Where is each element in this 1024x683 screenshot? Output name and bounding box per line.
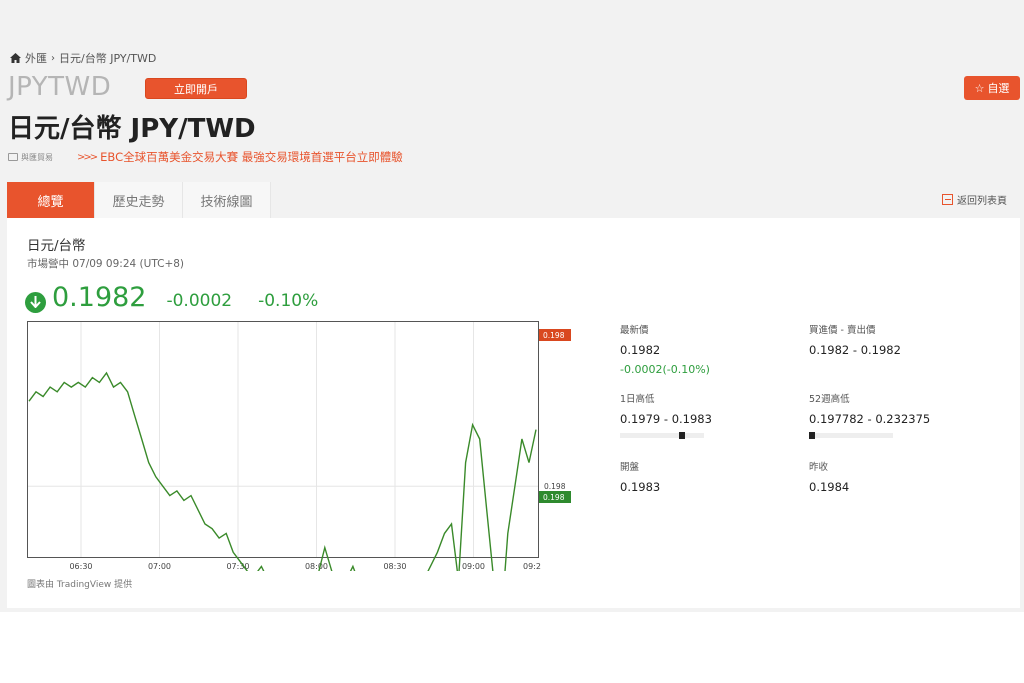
x-tick-label: 09:00: [462, 562, 485, 571]
x-tick-label: 07:00: [148, 562, 171, 571]
back-to-list-link[interactable]: 返回列表頁: [942, 192, 1007, 207]
promo-tag: 與匯貿易: [21, 152, 53, 162]
tab-overview[interactable]: 總覽: [7, 182, 95, 218]
watchlist-label: 自選: [987, 82, 1010, 95]
stat-52week-value: 0.197782 - 0.232375: [809, 412, 931, 426]
envelope-icon: [8, 153, 18, 161]
stat-open-label: 開盤: [620, 462, 640, 473]
tab-history[interactable]: 歷史走勢: [95, 182, 183, 218]
breadcrumb: 外匯 › 日元/台幣 JPY/TWD: [10, 50, 156, 66]
triple-chevron-icon: >>>: [77, 151, 98, 163]
52week-range-bar: [809, 432, 893, 439]
price-chart[interactable]: 06:30 07:00 07:30 08:00 08:30 09:00 09:2 0.198 0…: [27, 321, 587, 628]
stat-last-change: -0.0002(-0.10%): [620, 363, 710, 376]
stat-day-range-value: 0.1979 - 0.1983: [620, 412, 712, 426]
tab-bar: 總覽 歷史走勢 技術線圖: [7, 182, 271, 218]
stat-52week-label: 52週高低: [809, 394, 850, 405]
open-account-button[interactable]: 立即開戶: [145, 78, 247, 99]
star-icon: ☆: [974, 81, 985, 95]
back-arrow-icon: [942, 194, 953, 205]
x-tick-label: 08:00: [305, 562, 328, 571]
day-range-bar: [620, 432, 704, 439]
add-watchlist-button[interactable]: ☆ 自選: [964, 76, 1020, 100]
stat-last-label: 最新價: [620, 325, 649, 336]
52week-range-marker: [809, 432, 815, 439]
x-tick-label: 09:2: [523, 562, 541, 571]
promo-banner[interactable]: 與匯貿易 >>> EBC全球百萬美金交易大賽 最強交易環境首選平台立即體驗: [8, 149, 403, 165]
symbol-code: JPYTWD: [8, 72, 112, 102]
breadcrumb-home[interactable]: 外匯: [25, 50, 47, 66]
promo-link[interactable]: EBC全球百萬美金交易大賽 最強交易環境首選平台立即體驗: [100, 149, 403, 165]
stat-bid-ask-value: 0.1982 - 0.1982: [809, 343, 901, 357]
last-price: 0.1982: [52, 282, 147, 313]
x-tick-label: 08:30: [383, 562, 406, 571]
stat-bid-ask-label: 買進價 - 賣出價: [809, 325, 876, 336]
price-row: 0.1982 -0.0002 -0.10%: [25, 282, 344, 313]
stat-prev-close-label: 昨收: [809, 462, 829, 473]
stat-52week-range: 52週高低 0.197782 - 0.232375: [809, 391, 931, 439]
tab-technical-chart[interactable]: 技術線圖: [183, 182, 271, 218]
stat-day-range-label: 1日高低: [620, 394, 655, 405]
stat-prev-close-value: 0.1984: [809, 480, 850, 494]
chevron-right-icon: ›: [51, 52, 55, 64]
back-link-label: 返回列表頁: [957, 196, 1007, 207]
day-range-marker: [678, 432, 685, 439]
overview-card: 日元/台幣 市場營中 07/09 09:24 (UTC+8) 0.1982 -0…: [7, 218, 1020, 628]
price-tag-upper: 0.198: [543, 331, 565, 340]
breadcrumb-current: 日元/台幣 JPY/TWD: [59, 52, 157, 65]
y-tick-label: 0.198: [544, 482, 566, 491]
arrow-down-icon: [25, 291, 46, 313]
x-tick-label: 06:30: [69, 562, 92, 571]
chart-svg: 06:30 07:00 07:30 08:00 08:30 09:00 09:20.1980…: [27, 321, 571, 628]
price-change-percent: -0.10%: [258, 291, 319, 311]
price-change: -0.0002: [166, 291, 233, 311]
stat-open: 開盤 0.1983: [620, 459, 660, 494]
home-icon[interactable]: [10, 53, 21, 63]
market-status: 市場營中 07/09 09:24 (UTC+8): [27, 258, 185, 270]
stat-open-value: 0.1983: [620, 480, 661, 494]
stat-prev-close: 昨收 0.1984: [809, 459, 849, 494]
stat-last-value: 0.1982: [620, 343, 661, 357]
stat-day-range: 1日高低 0.1979 - 0.1983: [620, 391, 712, 439]
pair-name: 日元/台幣: [27, 238, 86, 254]
price-tag-lower: 0.198: [543, 493, 565, 502]
chart-credit: 圖表由 TradingView 提供: [27, 580, 133, 590]
stat-bid-ask: 買進價 - 賣出價 0.1982 - 0.1982: [809, 322, 901, 357]
stat-last: 最新價 0.1982 -0.0002(-0.10%): [620, 322, 710, 376]
page-title: 日元/台幣 JPY/TWD: [8, 114, 256, 144]
